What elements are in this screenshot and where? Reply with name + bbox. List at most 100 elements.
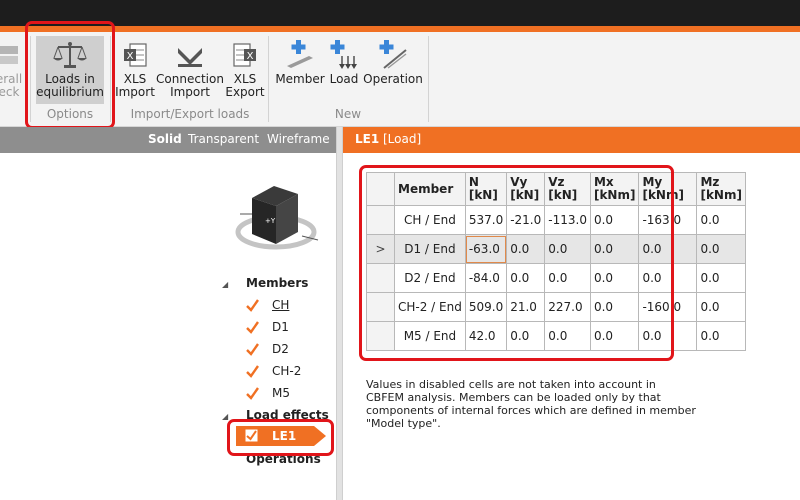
view-transparent-button[interactable]: Transparent <box>188 132 259 146</box>
svg-text:X: X <box>127 51 134 62</box>
checkmark-icon[interactable] <box>246 343 259 356</box>
vy-cell[interactable]: -21.0 <box>506 205 546 235</box>
mx-cell[interactable]: 0.0 <box>589 263 640 293</box>
disabled-cells-note: Values in disabled cells are not taken i… <box>366 378 696 430</box>
mx-cell[interactable]: 0.0 <box>589 205 640 235</box>
ribbon-toolbar: erall eck Loads in equilibrium Options <box>0 32 800 127</box>
navigation-cube[interactable]: +Y <box>232 178 328 258</box>
overall-check-icon <box>0 46 18 64</box>
vy-cell[interactable]: 0.0 <box>506 321 546 351</box>
connection-import-icon <box>178 48 202 67</box>
n-cell[interactable]: 537.0 <box>464 205 508 235</box>
members-collapse-icon[interactable]: ◢ <box>222 280 228 289</box>
vy-cell[interactable]: 0.0 <box>506 234 546 264</box>
table-row-selected[interactable]: > D1 / End -63.0 0.0 0.0 0.0 0.0 0.0 <box>366 234 746 264</box>
checkmark-icon[interactable] <box>246 387 259 400</box>
n-cell-focused[interactable]: -63.0 <box>464 234 508 264</box>
my-cell[interactable]: -163.0 <box>638 205 698 235</box>
tree-member-ch[interactable]: CH <box>246 297 326 317</box>
xls-export-button[interactable]: X XLS Export <box>224 42 266 99</box>
n-cell[interactable]: 509.0 <box>464 292 508 322</box>
excel-import-icon: X <box>124 43 147 67</box>
my-cell[interactable]: -160.0 <box>638 292 698 322</box>
new-group-label: New <box>334 107 362 121</box>
member-cell: D1 / End <box>394 234 466 264</box>
n-cell[interactable]: 42.0 <box>464 321 508 351</box>
mx-cell[interactable]: 0.0 <box>589 321 640 351</box>
vz-cell[interactable]: 0.0 <box>544 234 591 264</box>
overall-check-button[interactable]: erall eck <box>0 40 24 99</box>
my-cell[interactable]: 0.0 <box>638 321 698 351</box>
options-group-label: Options <box>46 107 94 121</box>
import-export-group-label: Import/Export loads <box>130 107 250 121</box>
mz-cell[interactable]: 0.0 <box>696 234 746 264</box>
connection-import-button[interactable]: Connection Import <box>156 42 224 99</box>
view-solid-button[interactable]: Solid <box>148 132 182 146</box>
table-row[interactable]: D2 / End -84.0 0.0 0.0 0.0 0.0 0.0 <box>366 263 746 293</box>
xls-import-label-2: Import <box>115 85 155 99</box>
row-header[interactable] <box>366 263 395 293</box>
xls-export-label-1: XLS <box>233 72 257 86</box>
vz-cell[interactable]: 227.0 <box>544 292 591 322</box>
xls-import-button[interactable]: X XLS Import <box>114 42 156 99</box>
svg-text:X: X <box>247 51 254 62</box>
load-label: Load <box>329 72 359 86</box>
row-header[interactable] <box>366 292 395 322</box>
vy-cell[interactable]: 0.0 <box>506 263 546 293</box>
add-load-button[interactable]: Load <box>326 40 362 86</box>
operations-heading: Operations <box>246 452 321 466</box>
checkmark-icon[interactable] <box>246 299 259 312</box>
mx-cell[interactable]: 0.0 <box>589 292 640 322</box>
column-header-mx: Mx [kNm] <box>589 172 640 206</box>
checkmark-icon[interactable] <box>246 365 259 378</box>
checkbox-checked-icon[interactable] <box>245 429 258 442</box>
tree-load-effect-label: LE1 <box>272 429 297 443</box>
n-cell[interactable]: -84.0 <box>464 263 508 293</box>
vz-cell[interactable]: -113.0 <box>544 205 591 235</box>
mz-cell[interactable]: 0.0 <box>696 292 746 322</box>
tree-member-label: CH <box>272 298 290 312</box>
mz-cell[interactable]: 0.0 <box>696 263 746 293</box>
balance-scale-icon <box>53 42 87 68</box>
current-row-indicator[interactable]: > <box>366 234 395 264</box>
checkmark-icon[interactable] <box>246 321 259 334</box>
load-add-icon <box>330 40 357 69</box>
vz-cell[interactable]: 0.0 <box>544 263 591 293</box>
tree-member-d1[interactable]: D1 <box>246 319 326 339</box>
loads-in-equilibrium-button[interactable]: Loads in equilibrium <box>36 36 104 104</box>
tree-member-d2[interactable]: D2 <box>246 341 326 361</box>
overall-check-label-1: erall <box>0 72 23 86</box>
column-header-mz: Mz [kNm] <box>696 172 746 206</box>
operation-add-icon <box>379 40 407 69</box>
member-cell: D2 / End <box>394 263 466 293</box>
mx-cell[interactable]: 0.0 <box>589 234 640 264</box>
mz-cell[interactable]: 0.0 <box>696 205 746 235</box>
tree-load-effect-le1[interactable]: LE1 <box>236 426 326 446</box>
table-row[interactable]: CH / End 537.0 -21.0 -113.0 0.0 -163.0 0… <box>366 205 746 235</box>
load-effects-heading: Load effects <box>246 408 329 422</box>
table-row[interactable]: CH-2 / End 509.0 21.0 227.0 0.0 -160.0 0… <box>366 292 746 322</box>
navcube-face-label: +Y <box>265 217 276 225</box>
load-panel-title: LE1 <box>355 132 380 146</box>
member-loads-table: Member N [kN] Vy [kN] Vz [kN] Mx [kNm] My [kN… <box>366 172 746 351</box>
my-cell[interactable]: 0.0 <box>638 234 698 264</box>
xls-export-label-2: Export <box>225 85 265 99</box>
vz-cell[interactable]: 0.0 <box>544 321 591 351</box>
vy-cell[interactable]: 21.0 <box>506 292 546 322</box>
add-member-button[interactable]: Member <box>274 40 326 86</box>
row-header[interactable] <box>366 205 395 235</box>
row-header[interactable] <box>366 321 395 351</box>
mz-cell[interactable]: 0.0 <box>696 321 746 351</box>
load-panel-subtitle: [Load] <box>383 132 422 146</box>
column-header-vz: Vz [kN] <box>544 172 591 206</box>
tree-member-m5[interactable]: M5 <box>246 385 326 405</box>
table-row[interactable]: M5 / End 42.0 0.0 0.0 0.0 0.0 0.0 <box>366 321 746 351</box>
my-cell[interactable]: 0.0 <box>638 263 698 293</box>
loads-in-equilibrium-label-1: Loads in <box>45 72 95 86</box>
load-effects-collapse-icon[interactable]: ◢ <box>222 412 228 421</box>
overall-check-label-2: eck <box>0 85 20 99</box>
panel-splitter[interactable] <box>336 127 343 500</box>
view-wireframe-button[interactable]: Wireframe <box>267 132 330 146</box>
tree-member-ch-2[interactable]: CH-2 <box>246 363 326 383</box>
add-operation-button[interactable]: Operation <box>362 40 424 86</box>
